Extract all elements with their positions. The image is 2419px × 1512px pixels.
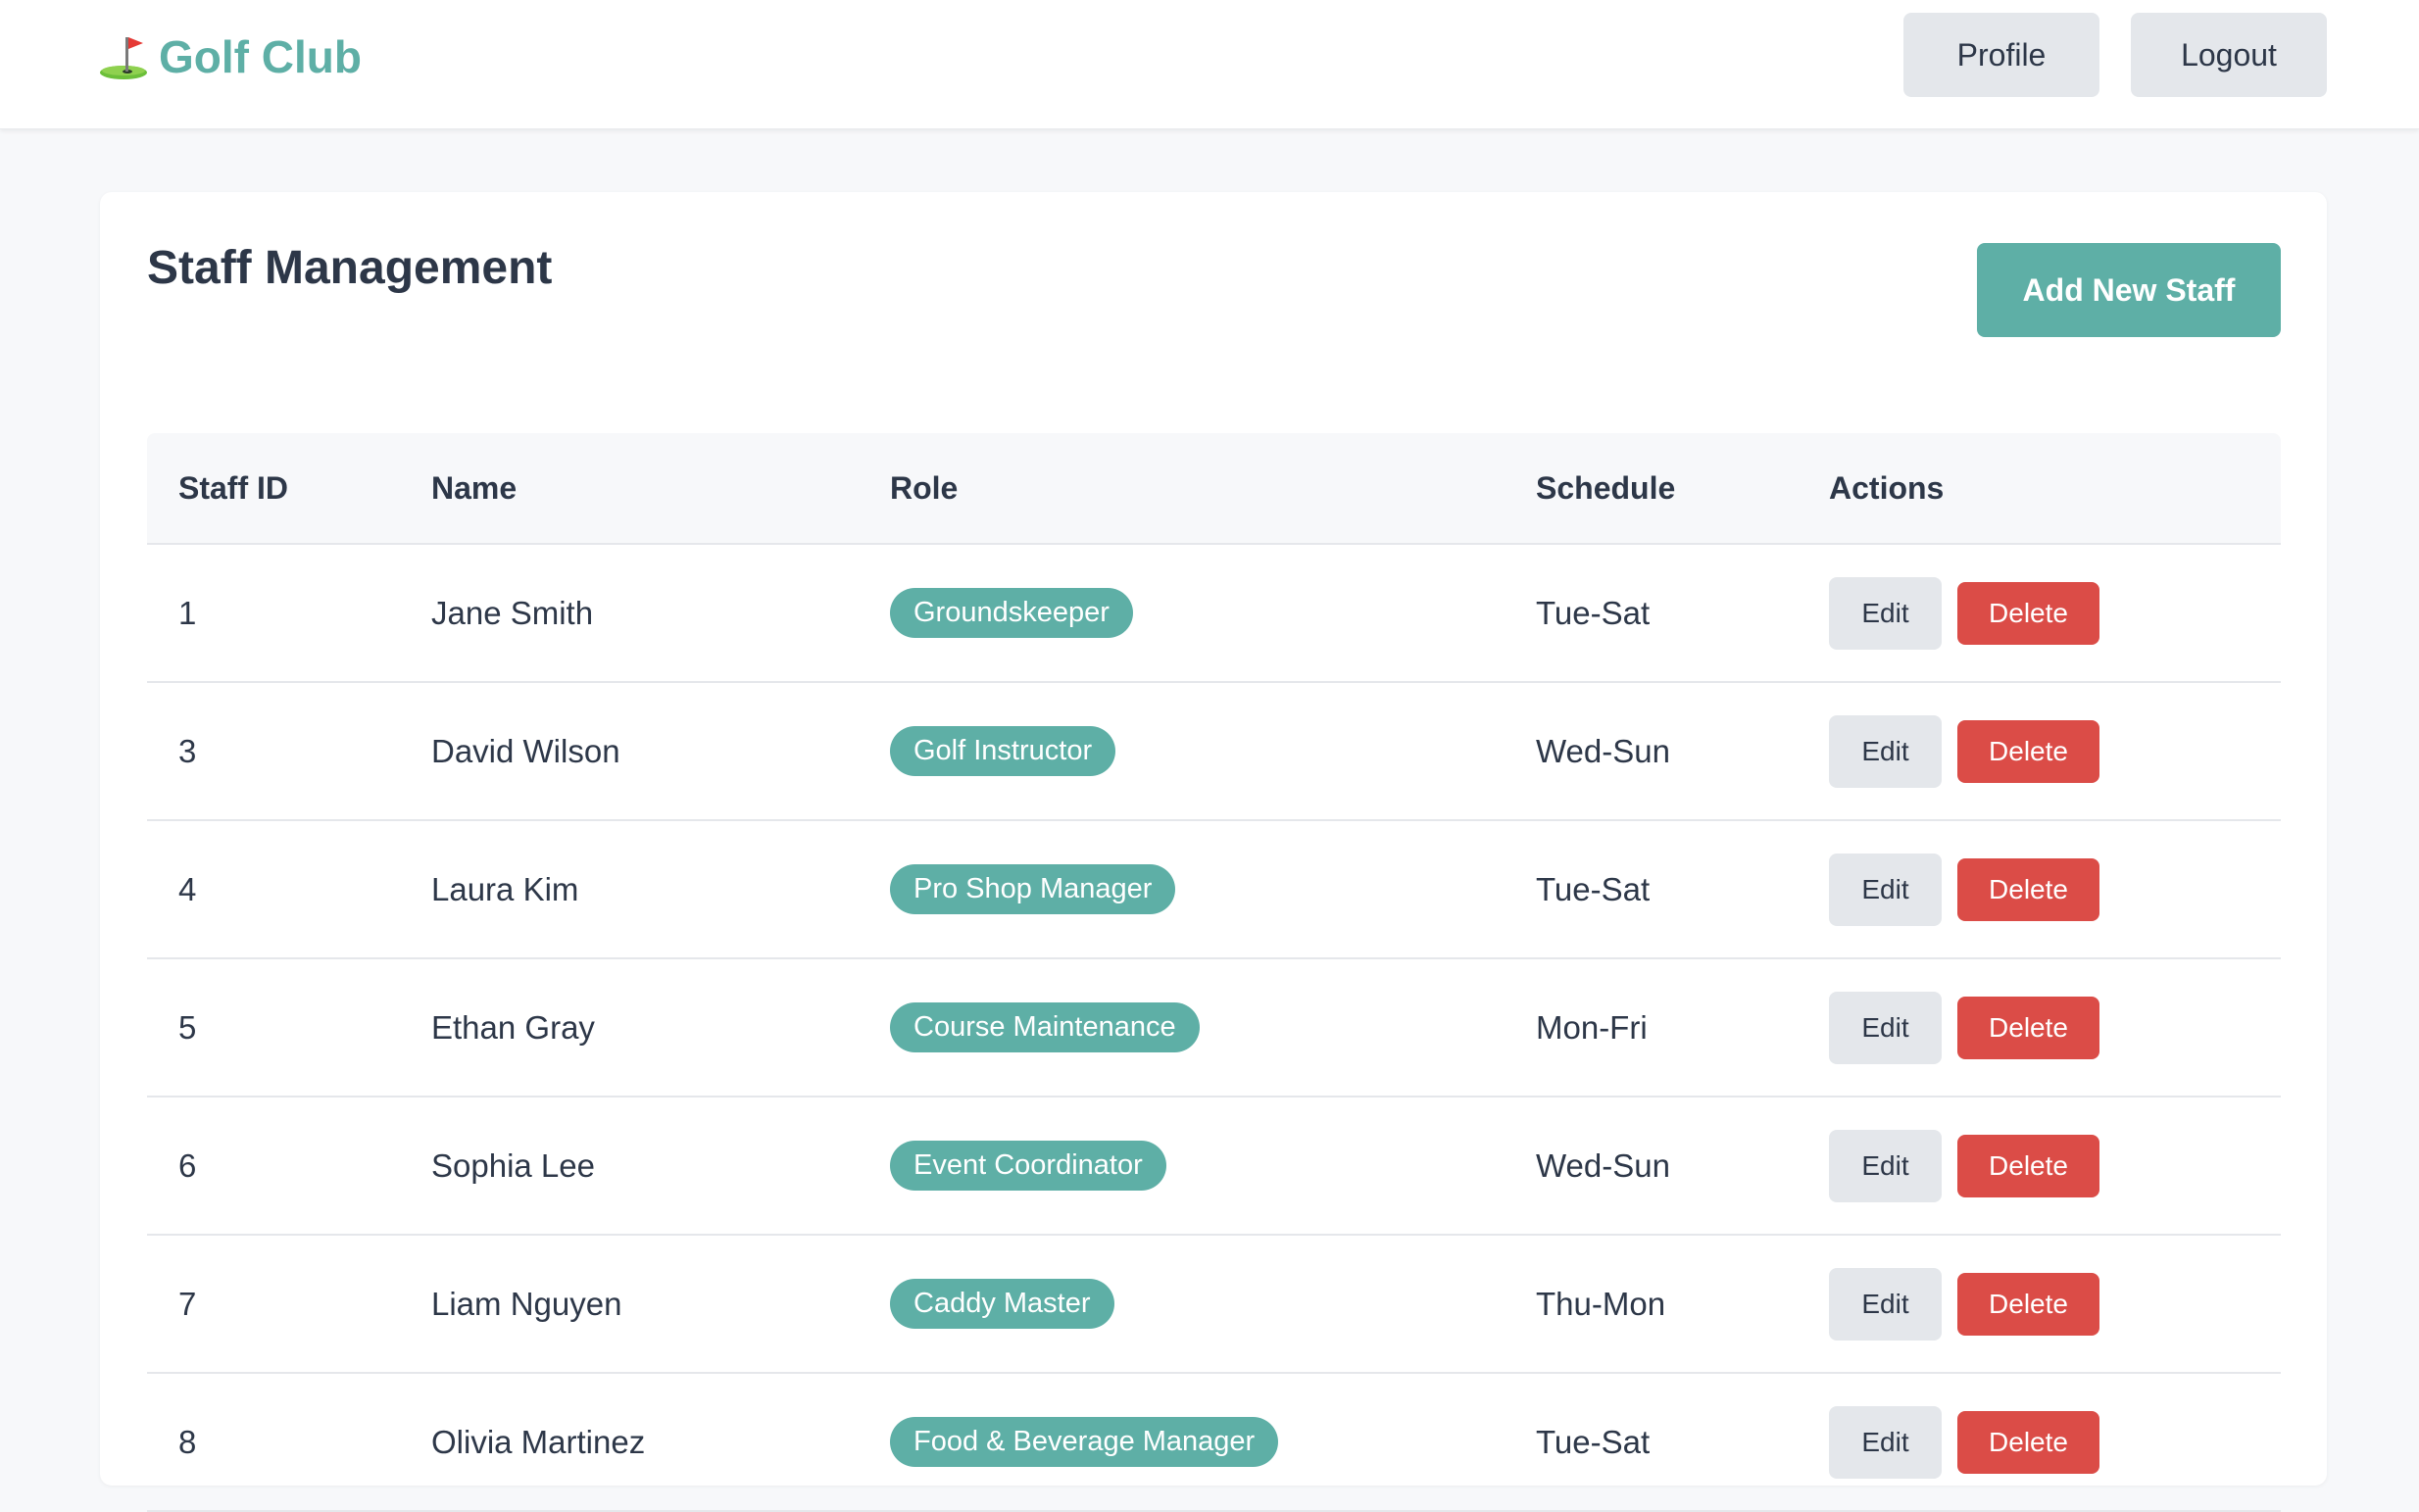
- staff-schedule: Thu-Mon: [1536, 1285, 1666, 1322]
- staff-id: 1: [178, 594, 197, 631]
- table-row: 6 Sophia Lee Event Coordinator Wed-Sun E…: [147, 1097, 2281, 1236]
- role-badge: Groundskeeper: [890, 588, 1133, 638]
- role-cell: Course Maintenance: [890, 959, 1200, 1096]
- staff-name: Jane Smith: [431, 594, 594, 631]
- staff-schedule: Tue-Sat: [1536, 1423, 1651, 1460]
- profile-button[interactable]: Profile: [1903, 13, 2099, 97]
- table-row: 8 Olivia Martinez Food & Beverage Manage…: [147, 1374, 2281, 1512]
- staff-schedule: Tue-Sat: [1536, 594, 1651, 631]
- column-header-schedule[interactable]: Schedule: [1536, 433, 1675, 543]
- actions-cell: Edit Delete: [1829, 821, 2099, 957]
- staff-management-card: Staff Management Add New Staff Staff ID …: [100, 192, 2327, 1512]
- delete-button[interactable]: Delete: [1957, 719, 2099, 783]
- table-row: 1 Jane Smith Groundskeeper Tue-Sat Edit …: [147, 545, 2281, 683]
- role-badge: Caddy Master: [890, 1279, 1114, 1329]
- table-row: 4 Laura Kim Pro Shop Manager Tue-Sat Edi…: [147, 821, 2281, 959]
- staff-name: David Wilson: [431, 732, 620, 769]
- actions-cell: Edit Delete: [1829, 1097, 2099, 1234]
- brand[interactable]: Golf Club: [98, 29, 362, 84]
- role-badge: Food & Beverage Manager: [890, 1417, 1279, 1467]
- role-cell: Caddy Master: [890, 1236, 1114, 1372]
- edit-button[interactable]: Edit: [1829, 991, 1942, 1064]
- staff-name: Sophia Lee: [431, 1146, 595, 1184]
- actions-cell: Edit Delete: [1829, 545, 2099, 681]
- staff-schedule: Tue-Sat: [1536, 870, 1651, 907]
- column-header-staff-id[interactable]: Staff ID: [178, 433, 288, 543]
- actions-cell: Edit Delete: [1829, 959, 2099, 1096]
- logout-button[interactable]: Logout: [2131, 13, 2327, 97]
- edit-button[interactable]: Edit: [1829, 714, 1942, 788]
- actions-cell: Edit Delete: [1829, 683, 2099, 819]
- brand-name: Golf Club: [159, 31, 362, 82]
- delete-button[interactable]: Delete: [1957, 1272, 2099, 1336]
- column-header-name[interactable]: Name: [431, 433, 517, 543]
- edit-button[interactable]: Edit: [1829, 1405, 1942, 1479]
- edit-button[interactable]: Edit: [1829, 853, 1942, 926]
- delete-button[interactable]: Delete: [1957, 1134, 2099, 1197]
- staff-id: 5: [178, 1008, 197, 1046]
- staff-id: 4: [178, 870, 197, 907]
- top-navbar: Golf Club Profile Logout: [0, 0, 2419, 129]
- staff-name: Olivia Martinez: [431, 1423, 646, 1460]
- column-header-actions: Actions: [1829, 469, 1945, 506]
- delete-button[interactable]: Delete: [1957, 996, 2099, 1059]
- column-header-role[interactable]: Role: [890, 433, 958, 543]
- staff-table: Staff ID Name Role Schedule Actions 1 Ja…: [147, 433, 2281, 1512]
- staff-schedule: Wed-Sun: [1536, 732, 1670, 769]
- edit-button[interactable]: Edit: [1829, 1267, 1942, 1341]
- role-cell: Pro Shop Manager: [890, 821, 1176, 957]
- table-row: 7 Liam Nguyen Caddy Master Thu-Mon Edit …: [147, 1236, 2281, 1374]
- delete-button[interactable]: Delete: [1957, 1410, 2099, 1474]
- staff-schedule: Wed-Sun: [1536, 1146, 1670, 1184]
- staff-name: Ethan Gray: [431, 1008, 595, 1046]
- table-header: Staff ID Name Role Schedule Actions: [147, 433, 2281, 545]
- staff-id: 8: [178, 1423, 197, 1460]
- staff-id: 7: [178, 1285, 197, 1322]
- table-row: 3 David Wilson Golf Instructor Wed-Sun E…: [147, 683, 2281, 821]
- delete-button[interactable]: Delete: [1957, 581, 2099, 645]
- staff-name: Liam Nguyen: [431, 1285, 622, 1322]
- edit-button[interactable]: Edit: [1829, 1129, 1942, 1202]
- role-badge: Golf Instructor: [890, 726, 1116, 776]
- role-badge: Pro Shop Manager: [890, 864, 1176, 914]
- staff-id: 3: [178, 732, 197, 769]
- actions-cell: Edit Delete: [1829, 1236, 2099, 1372]
- golf-flag-icon: [98, 33, 149, 80]
- staff-name: Laura Kim: [431, 870, 579, 907]
- actions-cell: Edit Delete: [1829, 1374, 2099, 1510]
- add-new-staff-button[interactable]: Add New Staff: [1977, 243, 2281, 337]
- role-badge: Event Coordinator: [890, 1141, 1166, 1191]
- delete-button[interactable]: Delete: [1957, 857, 2099, 921]
- role-cell: Food & Beverage Manager: [890, 1374, 1279, 1510]
- page-title: Staff Management: [147, 242, 553, 294]
- role-cell: Golf Instructor: [890, 683, 1116, 819]
- edit-button[interactable]: Edit: [1829, 576, 1942, 650]
- staff-id: 6: [178, 1146, 197, 1184]
- staff-schedule: Mon-Fri: [1536, 1008, 1648, 1046]
- table-row: 5 Ethan Gray Course Maintenance Mon-Fri …: [147, 959, 2281, 1097]
- role-cell: Event Coordinator: [890, 1097, 1166, 1234]
- role-cell: Groundskeeper: [890, 545, 1133, 681]
- role-badge: Course Maintenance: [890, 1002, 1200, 1052]
